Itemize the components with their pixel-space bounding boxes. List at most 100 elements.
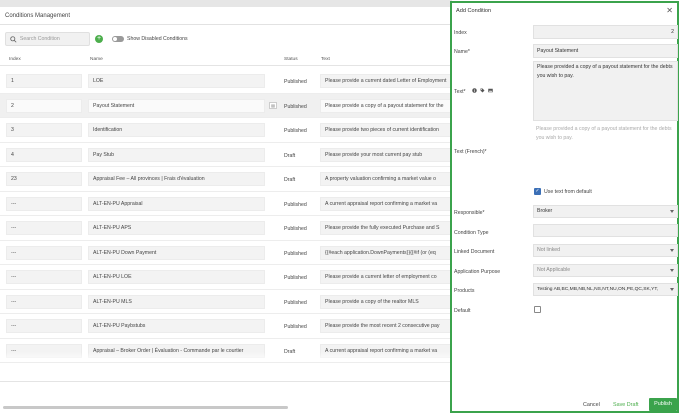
row-text[interactable]: Please provide a copy of a payout statem… [320,98,452,113]
row-index[interactable]: 2 [6,98,82,113]
search-box[interactable] [5,32,90,46]
application-purpose-label: Application Purpose [454,269,501,275]
row-status: Draft [284,152,296,159]
responsible-label: Responsible* [454,210,485,216]
close-icon[interactable]: ✕ [666,6,673,15]
row-text[interactable]: Please provide a current dated Letter of… [320,74,452,88]
row-index[interactable]: --- [6,196,82,211]
row-index[interactable]: 4 [6,147,82,162]
row-text[interactable]: Please provide two pieces of current ide… [320,123,452,137]
row-text[interactable]: Please provide a copy of the realtor MLS [320,294,452,309]
row-index[interactable]: --- [6,319,82,333]
chevron-down-icon [670,210,674,213]
column-header-text: Text [321,57,330,62]
row-text[interactable]: Please provide the fully executed Purcha… [320,221,452,235]
row-name[interactable]: Identification [88,123,265,137]
linked-document-select[interactable]: Not linked [533,244,678,257]
row-name[interactable]: ALT-EN-PU Appraisal [88,196,265,211]
top-bar [0,0,452,7]
table-row[interactable]: --- ALT-EN-PU Appraisal Published A curr… [0,192,452,216]
row-status: Published [284,103,307,110]
default-label: Default [454,308,471,314]
text-french-label: Text (French)* [454,149,487,155]
row-status: Published [284,201,307,208]
row-index[interactable]: --- [6,270,82,284]
row-text[interactable]: Please provide a current letter of emplo… [320,270,452,284]
responsible-select[interactable]: Broker [533,205,678,218]
table-row[interactable]: --- ALT-EN-PU Down Payment Published {{#… [0,241,452,265]
condition-type-field[interactable] [533,224,678,237]
row-index[interactable]: 3 [6,123,82,137]
image-icon[interactable] [488,88,493,93]
show-disabled-toggle[interactable] [112,36,124,42]
row-name[interactable]: Pay Stub [88,147,265,162]
table-row[interactable]: 23 Appraisal Fee – All provinces | Frais… [0,167,452,192]
table-row[interactable]: --- ALT-EN-PU LOE Published Please provi… [0,265,452,290]
text-toolbar [472,88,493,93]
linked-document-label: Linked Document [454,249,495,255]
row-text[interactable]: A current appraisal report confirming a … [320,196,452,211]
row-status: Published [284,324,307,330]
row-index[interactable]: --- [6,221,82,235]
row-text[interactable]: A property valuation confirming a market… [320,172,452,186]
footer-divider [0,381,452,382]
row-name[interactable]: ALT-EN-PU Paybstubs [88,319,265,333]
products-label: Products [454,288,475,294]
table-row[interactable]: --- ALT-EN-PU Paybstubs Published Please… [0,314,452,339]
row-status: Published [284,226,307,232]
row-name[interactable]: ALT-EN-PU APS [88,221,265,235]
row-index[interactable]: --- [6,245,82,260]
row-index[interactable]: 1 [6,74,82,88]
info-icon[interactable] [472,88,477,93]
row-name[interactable]: ALT-EN-PU LOE [88,270,265,284]
products-select[interactable]: Testing AB,BC,MB,NB,NL,NS,NT,NU,ON,PE,QC… [533,283,678,296]
name-field[interactable]: Payout Statement [533,44,678,58]
index-label: Index [454,30,467,36]
application-purpose-select[interactable]: Not Applicable [533,264,678,277]
row-text[interactable]: {{#each application.DownPayments}}{{#if … [320,245,452,260]
show-disabled-label: Show Disabled Conditions [127,36,188,42]
table-row-selected[interactable]: 2 Payout Statement ▤ Published Please pr… [0,93,452,118]
chevron-down-icon [670,269,674,272]
horizontal-scrollbar[interactable] [3,406,288,409]
table-row[interactable]: --- ALT-EN-PU APS Published Please provi… [0,216,452,241]
open-editor-icon[interactable]: ▤ [269,101,277,109]
list-fade [0,352,452,362]
add-condition-button[interactable]: + [95,35,103,43]
row-name[interactable]: Appraisal Fee – All provinces | Frais d'… [88,172,265,186]
index-field[interactable]: 2 [533,25,678,39]
search-input[interactable] [19,36,89,42]
table-row[interactable]: 4 Pay Stub Draft Please provide your mos… [0,143,452,167]
text-field[interactable]: Please provided a copy of a payout state… [533,61,678,121]
row-text[interactable]: Please provide your most current pay stu… [320,147,452,162]
row-index[interactable]: 23 [6,172,82,186]
table-row[interactable]: 3 Identification Published Please provid… [0,118,452,143]
tag-icon[interactable] [480,88,485,93]
row-status: Draft [284,177,296,183]
cancel-button[interactable]: Cancel [583,402,600,408]
default-checkbox[interactable] [534,306,541,313]
row-status: Published [284,299,307,306]
publish-button[interactable]: Publish [649,398,677,411]
row-index[interactable]: --- [6,294,82,309]
row-name[interactable]: Payout Statement [88,98,265,113]
row-text[interactable]: Please provide the most recent 2 consecu… [320,319,452,333]
condition-type-label: Condition Type [454,230,489,236]
use-default-text-label: Use text from default [544,189,592,195]
chevron-down-icon [670,288,674,291]
table-row[interactable]: --- ALT-EN-PU MLS Published Please provi… [0,290,452,314]
panel-title: Add Condition [456,8,492,14]
responsible-value: Broker [537,208,553,214]
save-draft-button[interactable]: Save Draft [613,402,638,408]
row-name[interactable]: ALT-EN-PU Down Payment [88,245,265,260]
row-status: Published [284,79,307,85]
row-status: Published [284,128,307,134]
text-french-placeholder[interactable]: Please provided a copy of a payout state… [533,125,678,142]
row-status: Published [284,275,307,281]
use-default-text-checkbox[interactable]: ✓ [534,188,541,195]
add-condition-panel: Add Condition ✕ Index 2 Name* Payout Sta… [450,1,679,413]
row-name[interactable]: LOE [88,74,265,88]
column-header-index: Index [9,57,21,62]
row-name[interactable]: ALT-EN-PU MLS [88,294,265,309]
table-row[interactable]: 1 LOE Published Please provide a current… [0,69,452,94]
